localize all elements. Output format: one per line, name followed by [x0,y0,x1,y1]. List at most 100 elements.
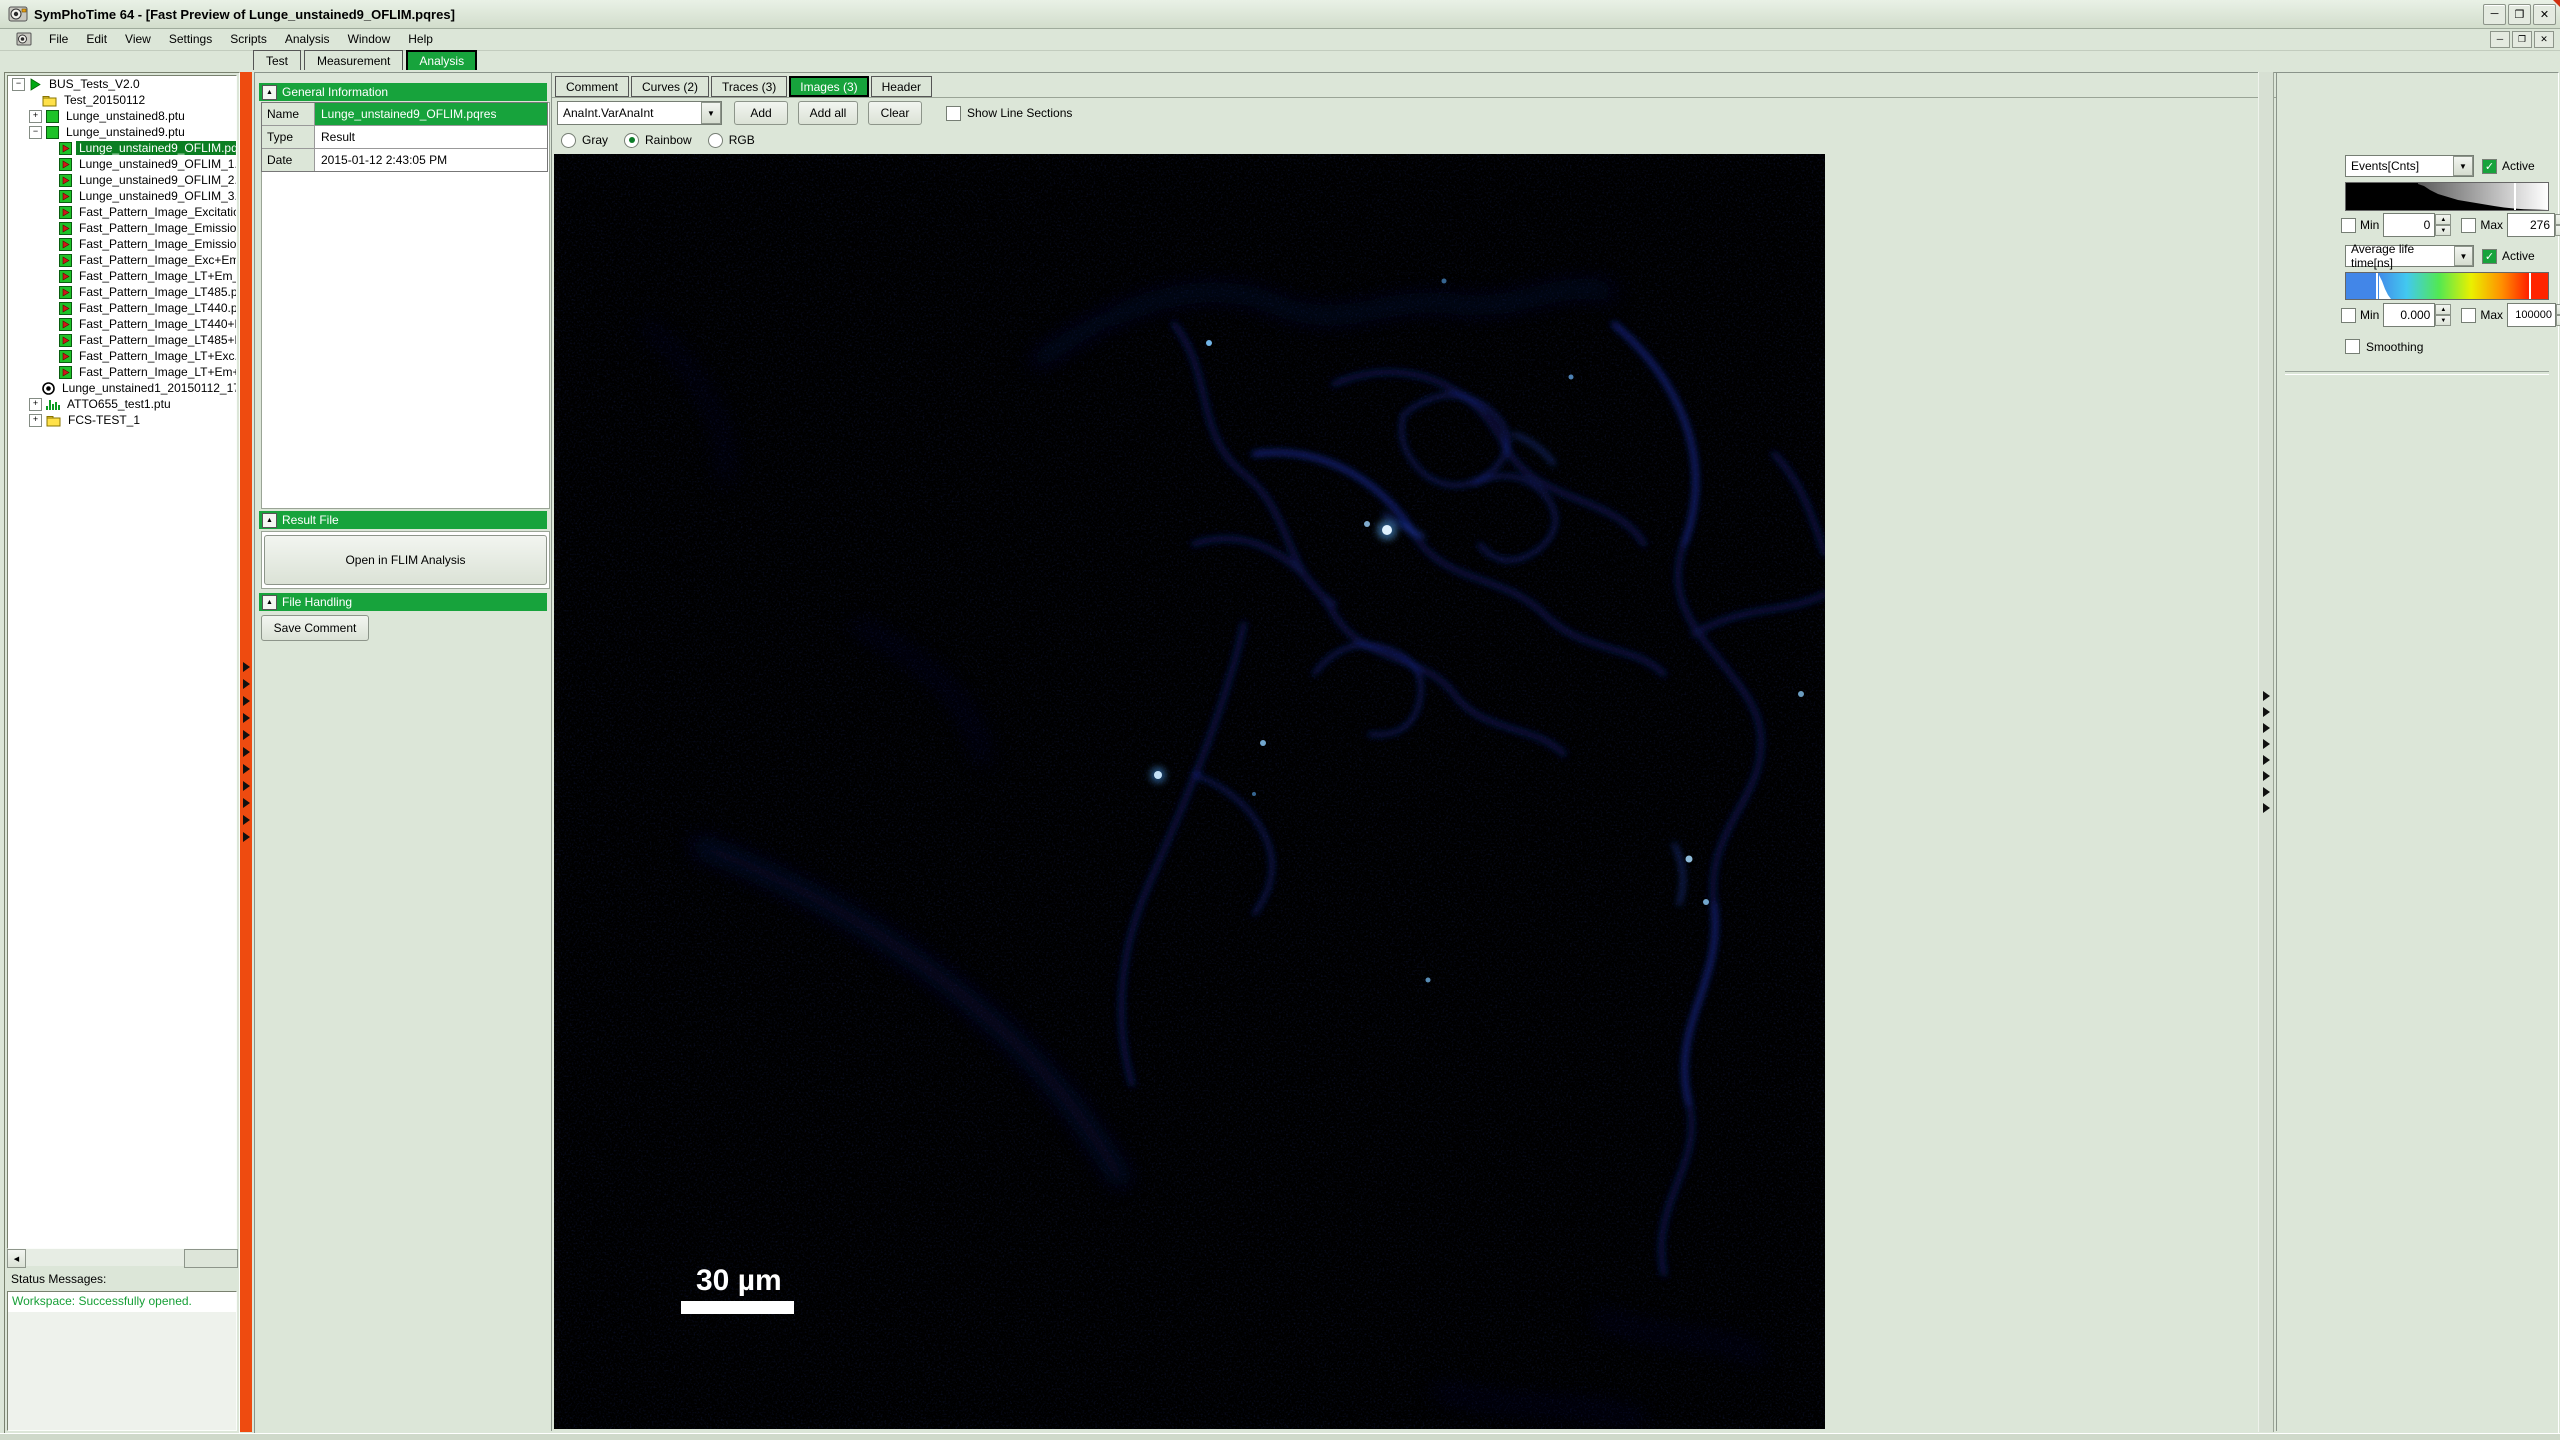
tree-item[interactable]: Fast_Pattern_Image_LT+Em+ [8,364,236,380]
menu-help[interactable]: Help [399,30,442,48]
left-splitter[interactable] [240,72,252,1432]
rainbow-radio[interactable] [624,133,639,148]
scrollbar-thumb[interactable] [184,1249,238,1268]
tree-item[interactable]: Lunge_unstained9_OFLIM_3. [8,188,236,204]
collapse-icon[interactable]: − [12,78,25,91]
tree-item[interactable]: Fast_Pattern_Image_LT485+E [8,332,236,348]
tree-item[interactable]: +FCS-TEST_1 [8,412,236,428]
lifetime-max-checkbox[interactable] [2461,308,2476,323]
tree-item[interactable]: Fast_Pattern_Image_Excitatio [8,204,236,220]
result-icon [59,334,72,347]
lifetime-colorscale[interactable] [2345,272,2549,300]
clear-button[interactable]: Clear [868,101,922,125]
tree-item[interactable]: Fast_Pattern_Image_LT+Exc. [8,348,236,364]
lifetime-max-field[interactable]: 100000 [2507,303,2556,327]
tree-horizontal-scrollbar[interactable]: ◀ ▶ [7,1249,235,1266]
menu-edit[interactable]: Edit [77,30,116,48]
menu-scripts[interactable]: Scripts [221,30,276,48]
intensity-max-marker[interactable] [2514,183,2516,210]
child-restore-button[interactable]: ❐ [2512,31,2532,48]
tab-measurement[interactable]: Measurement [304,50,403,70]
collapse-icon[interactable]: − [29,126,42,139]
lifetime-channel-dropdown[interactable]: Average life time[ns] ▼ [2345,245,2474,267]
tree-item[interactable]: +Lunge_unstained8.ptu [8,108,236,124]
result-icon [59,254,72,267]
intensity-channel-dropdown[interactable]: Events[Cnts] ▼ [2345,155,2474,177]
flim-image[interactable]: 30 µm [554,154,1825,1429]
menu-view[interactable]: View [116,30,160,48]
splitter-grip-triangle [2263,771,2270,781]
menu-window[interactable]: Window [339,30,400,48]
intensity-max-field[interactable]: 276 [2507,213,2555,237]
flim-image-canvas: 30 µm [554,154,1825,1429]
image-source-dropdown[interactable]: AnaInt.VarAnaInt ▼ [557,101,722,125]
result-icon [59,174,72,187]
expand-icon[interactable]: + [29,110,42,123]
intensity-max-checkbox[interactable] [2461,218,2476,233]
add-button[interactable]: Add [734,101,788,125]
tree-item[interactable]: Lunge_unstained1_20150112_17 [8,380,236,396]
tree-item[interactable]: +ATTO655_test1.ptu [8,396,236,412]
tab-images[interactable]: Images (3) [789,76,868,97]
show-line-sections-checkbox[interactable] [946,106,961,121]
intensity-min-stepper[interactable]: ▲▼ [2435,214,2451,236]
lifetime-active-checkbox[interactable]: ✓ [2482,249,2497,264]
menu-settings[interactable]: Settings [160,30,221,48]
collapse-icon[interactable]: ▲ [262,85,277,100]
maximize-button[interactable]: ❐ [2508,4,2531,25]
child-close-button[interactable]: ✕ [2534,31,2554,48]
add-all-button[interactable]: Add all [798,101,858,125]
chevron-down-icon[interactable]: ▼ [2453,156,2473,176]
expand-icon[interactable]: + [29,414,42,427]
tree-item[interactable]: Fast_Pattern_Image_LT485.p [8,284,236,300]
save-comment-button[interactable]: Save Comment [261,615,369,641]
intensity-histogram[interactable] [2345,182,2549,211]
corner-notification-mark [2553,0,2560,7]
intensity-min-field[interactable]: 0 [2383,213,2435,237]
tree-item[interactable]: Fast_Pattern_Image_Emission [8,220,236,236]
tree-item-label: Test_20150112 [61,93,148,107]
tab-analysis[interactable]: Analysis [406,50,477,70]
minimize-button[interactable]: ─ [2483,4,2506,25]
lifetime-max-stepper[interactable]: ▲▼ [2556,304,2560,326]
tab-curves[interactable]: Curves (2) [631,76,709,97]
tab-traces[interactable]: Traces (3) [711,76,787,97]
tree-item[interactable]: Test_20150112 [8,92,236,108]
tree-item[interactable]: Fast_Pattern_Image_LT440.p [8,300,236,316]
tab-test[interactable]: Test [253,50,301,70]
scroll-left-icon[interactable]: ◀ [7,1249,26,1268]
tree-item[interactable]: Lunge_unstained9_OFLIM_1. [8,156,236,172]
general-information-header: ▲ General Information [259,83,547,101]
tree-item[interactable]: Lunge_unstained9_OFLIM_2. [8,172,236,188]
chevron-down-icon[interactable]: ▼ [2454,246,2473,266]
lifetime-min-stepper[interactable]: ▲▼ [2435,304,2451,326]
intensity-min-checkbox[interactable] [2341,218,2356,233]
intensity-active-checkbox[interactable]: ✓ [2482,159,2497,174]
tab-comment[interactable]: Comment [555,76,629,97]
tree-item[interactable]: Fast_Pattern_Image_LT440+E [8,316,236,332]
tree-item[interactable]: −BUS_Tests_V2.0 [8,76,236,92]
rgb-radio[interactable] [708,133,723,148]
collapse-icon[interactable]: ▲ [262,513,277,528]
chevron-down-icon[interactable]: ▼ [701,102,721,124]
open-in-flim-analysis-button[interactable]: Open in FLIM Analysis [264,535,547,585]
tab-header[interactable]: Header [871,76,932,97]
expand-icon[interactable]: + [29,398,42,411]
gray-radio[interactable] [561,133,576,148]
lifetime-min-checkbox[interactable] [2341,308,2356,323]
tree-item[interactable]: −Lunge_unstained9.ptu [8,124,236,140]
child-minimize-button[interactable]: ─ [2490,31,2510,48]
smoothing-checkbox[interactable] [2345,339,2360,354]
intensity-max-stepper[interactable]: ▲▼ [2555,214,2560,236]
lifetime-min-marker[interactable] [2376,273,2378,299]
lifetime-min-field[interactable]: 0.000 [2383,303,2435,327]
tree-item[interactable]: Fast_Pattern_Image_Emission [8,236,236,252]
lifetime-max-marker[interactable] [2529,273,2531,299]
menu-analysis[interactable]: Analysis [276,30,339,48]
tree-item[interactable]: Lunge_unstained9_OFLIM.pq [8,140,236,156]
collapse-icon[interactable]: ▲ [262,595,277,610]
right-splitter[interactable] [2258,72,2274,1432]
tree-item[interactable]: Fast_Pattern_Image_LT+Em_a [8,268,236,284]
menu-file[interactable]: File [40,30,77,48]
tree-item[interactable]: Fast_Pattern_Image_Exc+Em. [8,252,236,268]
